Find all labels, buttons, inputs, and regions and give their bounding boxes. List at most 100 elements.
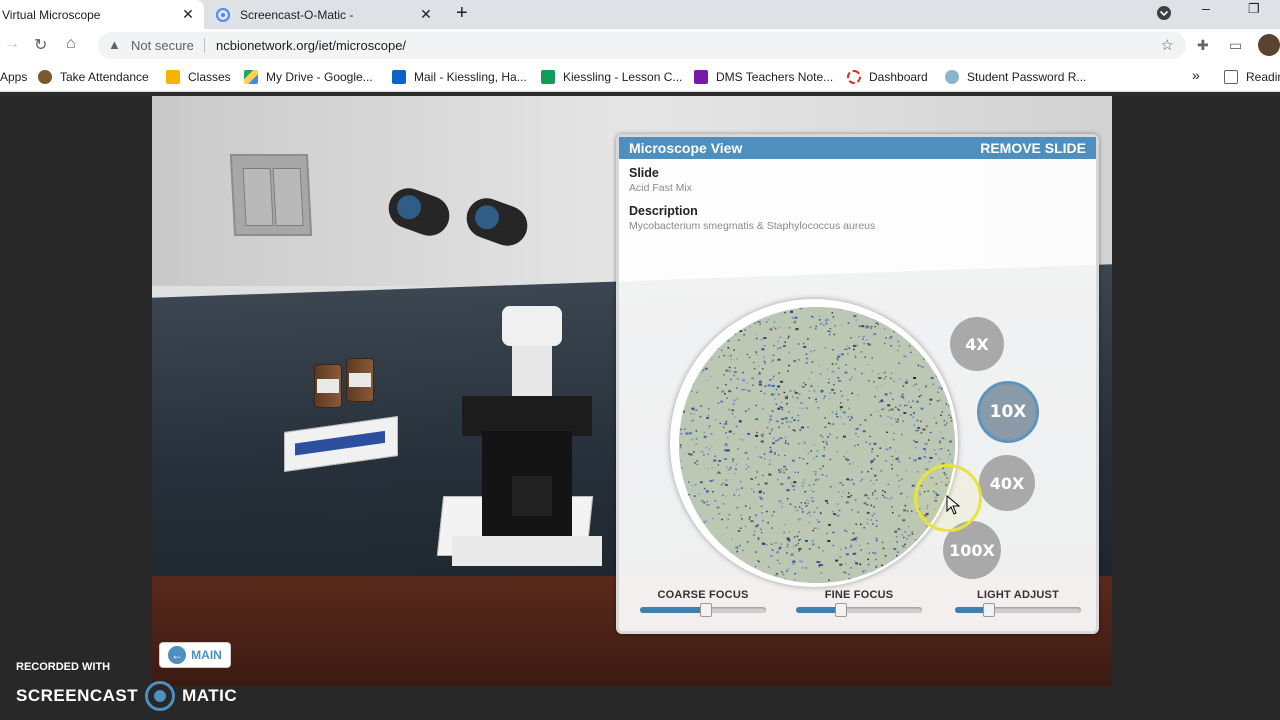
bookmark-student-password[interactable]: Student Password R...: [945, 70, 1086, 84]
bacterium-dot: [707, 550, 709, 553]
minimize-icon[interactable]: –: [1202, 0, 1210, 16]
bacterium-dot: [764, 385, 767, 387]
avatar[interactable]: [1258, 34, 1280, 56]
bacterium-dot: [816, 519, 818, 521]
bacterium-dot: [787, 443, 790, 445]
bacterium-dot: [746, 541, 749, 543]
url-text[interactable]: ncbionetwork.org/iet/microscope/: [216, 38, 406, 53]
objective-40x-button[interactable]: 40X: [979, 455, 1035, 511]
bacterium-dot: [891, 512, 894, 514]
bacterium-dot: [842, 435, 846, 438]
bacterium-dot: [831, 370, 835, 373]
bacterium-dot: [692, 323, 695, 326]
bacterium-dot: [837, 355, 841, 358]
bacterium-dot: [803, 491, 806, 493]
bookmark-dms-notes[interactable]: DMS Teachers Note...: [694, 70, 833, 84]
bacterium-dot: [696, 460, 698, 462]
bacterium-dot: [837, 367, 840, 369]
fine-focus-slider[interactable]: [796, 603, 922, 617]
bacterium-dot: [847, 492, 850, 494]
bacterium-dot: [693, 409, 696, 411]
reading-list[interactable]: Readin: [1224, 70, 1280, 84]
bacterium-dot: [895, 536, 898, 538]
bookmark-dashboard[interactable]: Dashboard: [847, 70, 928, 84]
objective-4x-button[interactable]: 4X: [950, 317, 1004, 371]
coarse-focus-slider[interactable]: [640, 603, 766, 617]
new-tab-icon[interactable]: +: [456, 2, 468, 25]
bookmark-classes[interactable]: Classes: [166, 70, 231, 84]
bacterium-dot: [952, 397, 955, 400]
bacterium-dot: [901, 534, 904, 536]
close-tab-icon[interactable]: ✕: [180, 6, 196, 23]
bacterium-dot: [826, 502, 829, 504]
bacterium-dot: [873, 442, 877, 445]
bacterium-dot: [785, 404, 787, 406]
bacterium-dot: [805, 353, 808, 355]
bookmark-label: Dashboard: [869, 70, 928, 84]
bacterium-dot: [773, 511, 775, 513]
objective-10x-button[interactable]: 10X: [977, 381, 1039, 443]
address-bar[interactable]: ▲ Not secure ncbionetwork.org/iet/micros…: [98, 32, 1186, 59]
coarse-focus-knob[interactable]: [699, 603, 712, 617]
bacterium-dot: [900, 395, 904, 398]
bacterium-dot: [772, 437, 775, 439]
bacterium-dot: [891, 506, 893, 508]
bacterium-dot: [886, 497, 888, 499]
bacterium-dot: [726, 527, 728, 529]
bacterium-dot: [941, 411, 943, 413]
bacterium-dot: [721, 569, 725, 572]
bacterium-dot: [825, 439, 828, 442]
bacterium-dot: [721, 518, 723, 521]
reload-icon[interactable]: ↻: [34, 35, 47, 55]
bacterium-dot: [800, 560, 804, 563]
bacterium-dot: [760, 456, 763, 459]
cast-icon[interactable]: ▭: [1229, 37, 1242, 54]
bacterium-dot: [736, 358, 738, 360]
bacterium-dot: [779, 336, 781, 338]
bookmark-my-drive[interactable]: My Drive - Google...: [244, 70, 373, 84]
bacterium-dot: [864, 419, 866, 421]
profile-menu-icon[interactable]: [1157, 6, 1171, 23]
bacterium-dot: [728, 347, 730, 349]
light-adjust-slider[interactable]: [955, 603, 1081, 617]
extensions-icon[interactable]: ✚: [1197, 37, 1209, 54]
bacterium-dot: [717, 307, 720, 309]
bacterium-dot: [735, 463, 738, 465]
tab-screencast[interactable]: Screencast-O-Matic - ✕: [206, 0, 442, 29]
reading-list-icon: [1224, 70, 1238, 84]
bacterium-dot: [903, 536, 905, 539]
bacterium-dot: [906, 495, 908, 498]
warning-icon[interactable]: ▲: [108, 37, 121, 52]
remove-slide-button[interactable]: REMOVE SLIDE: [980, 140, 1086, 156]
bacterium-dot: [791, 485, 795, 488]
bacterium-dot: [727, 579, 729, 581]
bookmark-apps[interactable]: Apps: [0, 70, 27, 84]
bacterium-dot: [820, 512, 822, 514]
bacterium-dot: [933, 417, 936, 419]
bacterium-dot: [681, 410, 685, 413]
bookmark-take-attendance[interactable]: Take Attendance: [38, 70, 149, 84]
bookmark-mail[interactable]: Mail - Kiessling, Ha...: [392, 70, 527, 84]
bacterium-dot: [857, 436, 859, 438]
bacterium-dot: [798, 550, 800, 552]
bacterium-dot: [722, 494, 724, 496]
fine-focus-knob[interactable]: [835, 603, 848, 617]
more-bookmarks-icon[interactable]: »: [1192, 67, 1200, 83]
home-icon[interactable]: ⌂: [66, 35, 76, 53]
bacterium-dot: [699, 415, 702, 418]
bacterium-dot: [695, 570, 697, 572]
bookmark-lesson[interactable]: Kiessling - Lesson C...: [541, 70, 682, 84]
bacterium-dot: [696, 463, 699, 466]
restore-icon[interactable]: ❐: [1248, 1, 1260, 17]
forward-icon[interactable]: →: [4, 35, 20, 53]
light-adjust-knob[interactable]: [983, 603, 996, 617]
bacterium-dot: [705, 520, 708, 522]
bacterium-dot: [691, 390, 693, 393]
tab-virtual-microscope[interactable]: Virtual Microscope ✕: [0, 0, 204, 29]
bacterium-dot: [784, 341, 786, 343]
main-menu-button[interactable]: ← MAIN: [159, 642, 231, 668]
bacterium-dot: [709, 562, 712, 565]
security-status[interactable]: Not secure: [131, 38, 194, 53]
bookmark-star-icon[interactable]: ☆: [1161, 36, 1174, 54]
close-tab-icon[interactable]: ✕: [418, 6, 434, 23]
